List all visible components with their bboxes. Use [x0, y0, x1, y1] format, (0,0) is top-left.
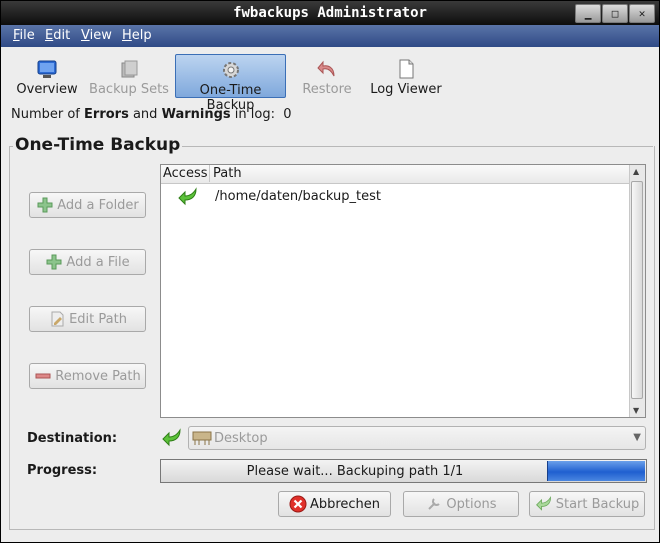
- undo-arrow-icon: [317, 60, 335, 77]
- menu-help[interactable]: Help: [122, 28, 152, 43]
- toolbar-label: Restore: [302, 82, 352, 97]
- wrench-icon: [428, 498, 441, 510]
- destination-value: Desktop: [214, 431, 268, 446]
- window-title: fwbackups Administrator: [233, 5, 427, 21]
- toolbar: Overview Backup Sets One-Time Backup Res…: [1, 49, 659, 113]
- toolbar-label: Log Viewer: [370, 82, 442, 97]
- destination-label: Destination:: [27, 431, 118, 446]
- chevron-down-icon: ▼: [633, 432, 641, 443]
- toolbar-restore[interactable]: Restore: [297, 54, 357, 98]
- green-arrow-icon: [178, 187, 197, 206]
- log-status: Number of Errors and Warnings in log: 0: [11, 107, 292, 122]
- edit-path-button[interactable]: Edit Path: [29, 306, 146, 332]
- close-icon: [289, 495, 307, 513]
- desktop-icon: [192, 431, 212, 445]
- toolbar-label: Backup Sets: [89, 82, 169, 97]
- monitor-icon: [37, 60, 57, 78]
- green-arrow-icon: [162, 428, 181, 447]
- app-window: fwbackups Administrator ▁ □ ✕ File Edit …: [0, 0, 660, 543]
- menu-bar: File Edit View Help: [1, 25, 659, 47]
- toolbar-backup-sets[interactable]: Backup Sets: [87, 54, 171, 98]
- close-window-button[interactable]: ✕: [629, 4, 655, 23]
- menu-edit[interactable]: Edit: [45, 28, 70, 43]
- gear-icon: [222, 62, 239, 78]
- backup-sets-icon: [121, 60, 138, 78]
- progress-bar: Please wait... Backuping path 1/1: [160, 459, 647, 483]
- scroll-thumb[interactable]: [631, 181, 643, 399]
- minus-icon: [35, 373, 51, 379]
- toolbar-one-time-backup[interactable]: One-Time Backup: [175, 54, 286, 113]
- scroll-up-icon[interactable]: ▲: [633, 167, 639, 176]
- green-arrow-icon: [535, 495, 551, 511]
- document-icon: [399, 59, 414, 79]
- list-header: Access Path: [161, 165, 631, 184]
- edit-icon: [51, 311, 64, 327]
- plus-icon: [46, 254, 62, 270]
- progress-text: Please wait... Backuping path 1/1: [246, 464, 464, 479]
- start-backup-button[interactable]: Start Backup: [529, 491, 645, 517]
- table-row[interactable]: /home/daten/backup_test: [161, 185, 631, 209]
- options-button[interactable]: Options: [403, 491, 519, 517]
- remove-path-button[interactable]: Remove Path: [29, 363, 146, 389]
- maximize-button[interactable]: □: [602, 4, 628, 23]
- minimize-button[interactable]: ▁: [575, 4, 601, 23]
- cancel-button[interactable]: Abbrechen: [278, 491, 391, 517]
- add-file-button[interactable]: Add a File: [29, 249, 146, 275]
- title-bar[interactable]: fwbackups Administrator ▁ □ ✕: [1, 1, 659, 25]
- destination-select[interactable]: Desktop ▼: [188, 426, 646, 450]
- add-folder-button[interactable]: Add a Folder: [29, 192, 146, 218]
- list-scrollbar[interactable]: ▲ ▼: [629, 165, 645, 417]
- progress-label: Progress:: [27, 463, 98, 478]
- section-title: One-Time Backup: [13, 135, 183, 155]
- toolbar-label: Overview: [16, 82, 78, 97]
- menu-file[interactable]: File: [13, 28, 35, 43]
- row-path: /home/daten/backup_test: [215, 189, 381, 204]
- log-count: 0: [283, 107, 292, 122]
- toolbar-log-viewer[interactable]: Log Viewer: [367, 54, 445, 98]
- column-path[interactable]: Path: [213, 166, 242, 181]
- progress-fill: [547, 461, 645, 481]
- column-access[interactable]: Access: [163, 166, 208, 181]
- plus-icon: [37, 197, 53, 213]
- path-list[interactable]: Access Path /home/daten/backup_test ▲ ▼: [160, 164, 646, 418]
- toolbar-overview[interactable]: Overview: [11, 54, 83, 98]
- menu-view[interactable]: View: [81, 28, 112, 43]
- scroll-down-icon[interactable]: ▼: [633, 406, 639, 415]
